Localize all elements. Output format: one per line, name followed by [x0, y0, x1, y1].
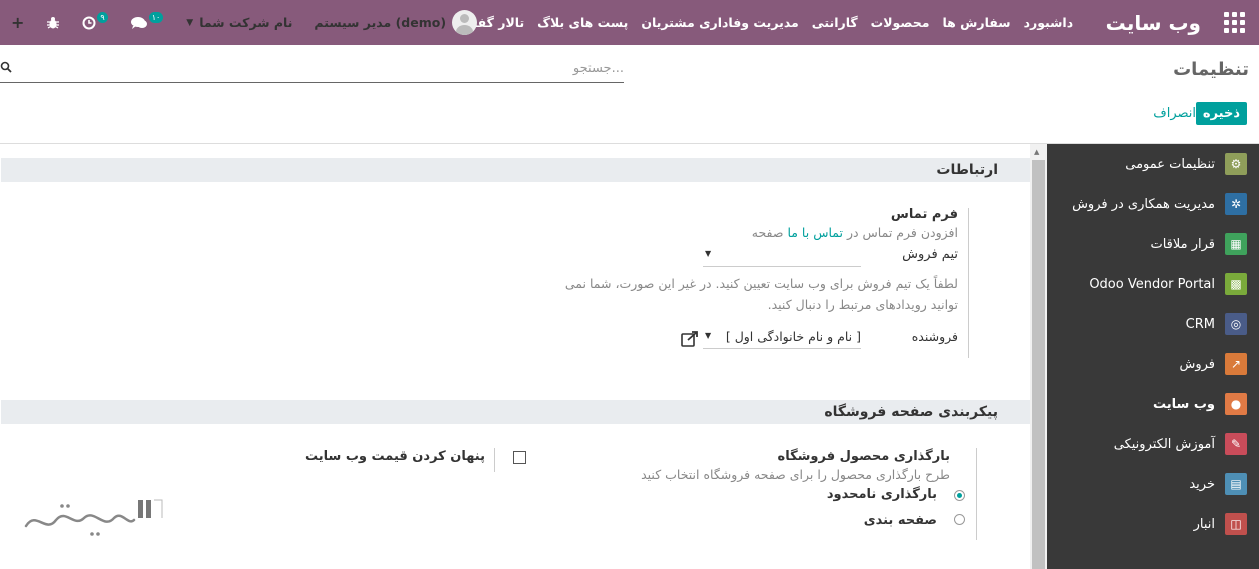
product-loading-title: بارگذاری محصول فروشگاه: [777, 449, 950, 464]
messages-tray[interactable]: ۱۰: [119, 12, 175, 30]
search-placeholder: جستجو...: [572, 61, 624, 76]
sidebar-item-crm[interactable]: ◎ CRM: [1047, 304, 1259, 344]
search-input[interactable]: جستجو...: [0, 57, 624, 83]
hide-price-label: پنهان کردن قیمت وب سایت: [304, 449, 485, 464]
activity-tray[interactable]: ۹: [71, 12, 118, 30]
user-menu[interactable]: مدیر سیستم (demo): [304, 10, 478, 35]
sales-team-select[interactable]: ▼: [703, 245, 861, 267]
sidebar-item-label: آموزش الکترونیکی: [1113, 436, 1215, 452]
purchase-icon: ▤: [1225, 473, 1247, 495]
sidebar-item-appointments[interactable]: ▦ قرار ملاقات: [1047, 224, 1259, 264]
product-loading-setting: بارگذاری محصول فروشگاه طرح بارگذاری محصو…: [550, 449, 950, 485]
salesperson-label: فروشنده: [911, 329, 958, 344]
divider: [494, 448, 495, 472]
menu-item-products[interactable]: محصولات: [864, 15, 936, 30]
new-content-tray[interactable]: +: [0, 13, 35, 32]
section-shop-config: پیکربندی صفحه فروشگاه: [1, 400, 1030, 424]
box-icon: ◫: [1225, 513, 1247, 535]
option-pagination-radio[interactable]: [954, 514, 965, 525]
contact-us-link[interactable]: تماس با ما: [787, 225, 843, 240]
bug-icon: [47, 16, 60, 29]
company-name: نام شرکت شما: [199, 15, 293, 30]
save-button[interactable]: ذخیره: [1195, 102, 1247, 125]
salesperson-select[interactable]: [ نام و نام خانوادگی اول ] ▼: [703, 327, 861, 349]
sidebar-item-label: تنظیمات عمومی: [1125, 156, 1215, 172]
sidebar-item-label: قرار ملاقات: [1150, 236, 1215, 252]
sidebar-item-sales[interactable]: ↗ فروش: [1047, 344, 1259, 384]
sidebar-item-label: خرید: [1189, 476, 1215, 492]
sales-team-label: تیم فروش: [902, 247, 958, 262]
chat-icon: [130, 16, 147, 29]
scroll-up-arrow-icon[interactable]: ▲: [1034, 148, 1039, 156]
apps-menu-icon[interactable]: [1209, 0, 1259, 45]
salesperson-value: [ نام و نام خانوادگی اول ]: [725, 329, 861, 344]
settings-content: ▲ ارتباطات فرم تماس افزودن فرم تماس در ت…: [0, 144, 1047, 569]
sidebar-item-website[interactable]: ● وب سایت: [1047, 384, 1259, 424]
contact-form-desc: افزودن فرم تماس در تماس با ما صفحه: [558, 222, 958, 243]
contact-form-title: فرم تماس: [890, 207, 958, 222]
sidebar-item-inventory[interactable]: ◫ انبار: [1047, 504, 1259, 544]
globe-icon: ●: [1225, 393, 1247, 415]
grid-icon: ▩: [1225, 273, 1247, 295]
sidebar-item-label: وب سایت: [1153, 396, 1215, 412]
sidebar-item-purchase[interactable]: ▤ خرید: [1047, 464, 1259, 504]
systray: مدیر سیستم (demo) نام شرکت شما ▼ ۱۰ ۹ +: [0, 0, 491, 45]
search-icon[interactable]: [0, 61, 12, 73]
page-title: تنظیمات: [1173, 59, 1249, 80]
divider: [976, 448, 977, 540]
sidebar-item-vendor-portal[interactable]: ▩ Odoo Vendor Portal: [1047, 264, 1259, 304]
settings-sidebar: ⚙ تنظیمات عمومی ✲ مدیریت همکاری در فروش …: [1047, 144, 1259, 569]
handshake-icon: ◎: [1225, 313, 1247, 335]
company-switcher[interactable]: نام شرکت شما ▼: [174, 15, 304, 30]
menu-item-warranty[interactable]: گارانتی: [805, 15, 864, 30]
caret-down-icon: ▼: [705, 331, 712, 340]
sales-team-help: لطفاً یک تیم فروش برای وب سایت تعیین کنی…: [564, 276, 958, 312]
debug-tray[interactable]: [35, 16, 71, 30]
option-infinite-radio[interactable]: [954, 490, 965, 501]
sidebar-item-label: مدیریت همکاری در فروش: [1072, 196, 1215, 212]
watermark-logo: [24, 499, 163, 536]
plus-icon: +: [11, 13, 25, 32]
menu-item-orders[interactable]: سفارش ها: [936, 15, 1017, 30]
sidebar-item-label: CRM: [1185, 316, 1215, 332]
app-brand[interactable]: وب سایت: [1080, 11, 1209, 35]
menu-item-blog[interactable]: پست های بلاگ: [531, 15, 635, 30]
hide-price-checkbox[interactable]: [513, 451, 526, 464]
sidebar-item-label: انبار: [1193, 516, 1215, 532]
caret-down-icon: ▼: [705, 249, 712, 258]
sidebar-item-affiliate[interactable]: ✲ مدیریت همکاری در فروش: [1047, 184, 1259, 224]
contact-form-setting: فرم تماس افزودن فرم تماس در تماس با ما ص…: [558, 207, 958, 243]
external-link-icon[interactable]: [681, 331, 699, 347]
section-communications: ارتباطات: [1, 158, 1030, 182]
contact-form-desc-pre: افزودن فرم تماس در: [846, 225, 958, 240]
user-name: مدیر سیستم (demo): [314, 15, 447, 30]
messages-badge: ۱۰: [148, 12, 164, 23]
scroll-thumb[interactable]: [1032, 160, 1045, 569]
sidebar-item-label: Odoo Vendor Portal: [1089, 276, 1215, 292]
scrollbar[interactable]: ▲: [1030, 144, 1047, 569]
affiliate-icon: ✲: [1225, 193, 1247, 215]
avatar: [452, 10, 478, 35]
product-loading-desc: طرح بارگذاری محصول را برای صفحه فروشگاه …: [641, 467, 950, 482]
main-menu: داشبورد سفارش ها محصولات گارانتی مدیریت …: [451, 15, 1080, 30]
sidebar-item-general-settings[interactable]: ⚙ تنظیمات عمومی: [1047, 144, 1259, 184]
cancel-button[interactable]: انصراف: [1153, 106, 1196, 121]
divider: [968, 208, 969, 358]
menu-item-dashboard[interactable]: داشبورد: [1017, 15, 1080, 30]
calendar-icon: ▦: [1225, 233, 1247, 255]
control-panel: تنظیمات جستجو... ذخیره انصراف: [0, 45, 1259, 144]
sidebar-item-label: فروش: [1179, 356, 1215, 372]
activity-badge: ۹: [97, 12, 108, 23]
chart-icon: ↗: [1225, 353, 1247, 375]
elearning-icon: ✎: [1225, 433, 1247, 455]
option-infinite-label: بارگذاری نامحدود: [826, 487, 937, 502]
menu-item-loyalty[interactable]: مدیریت وفاداری مشتریان: [635, 15, 805, 30]
option-pagination-label: صفحه بندی: [863, 513, 937, 528]
sidebar-item-elearning[interactable]: ✎ آموزش الکترونیکی: [1047, 424, 1259, 464]
caret-down-icon: ▼: [186, 17, 194, 28]
gear-icon: ⚙: [1225, 153, 1247, 175]
contact-form-desc-post: صفحه: [751, 225, 784, 240]
clock-icon: [82, 16, 96, 29]
